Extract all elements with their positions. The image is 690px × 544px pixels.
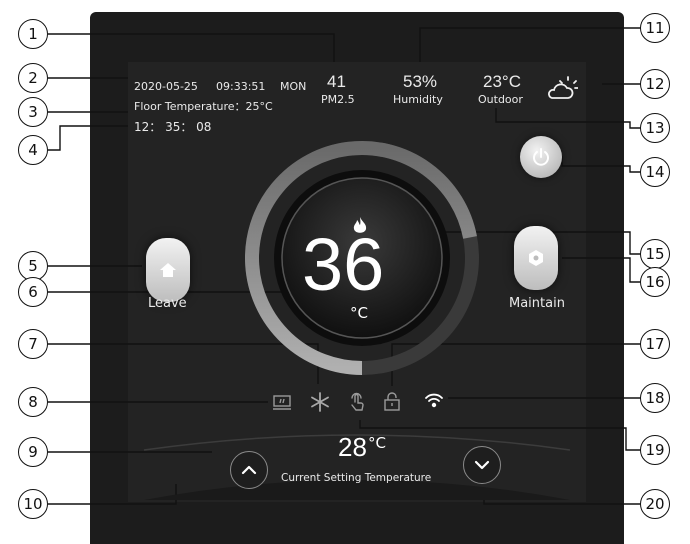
maintain-mode-button[interactable] <box>514 226 558 290</box>
outdoor-label: Outdoor <box>478 93 523 106</box>
outdoor-value: 23°C <box>483 72 521 91</box>
chevron-down-icon <box>474 460 490 470</box>
callout-20: 20 <box>640 489 670 519</box>
time-text: 09:33:51 <box>216 80 266 93</box>
floor-temperature-text: Floor Temperature：25°C <box>134 100 273 113</box>
setting-temperature: 28 <box>338 432 367 462</box>
leave-mode-button[interactable] <box>146 238 190 302</box>
chevron-up-icon <box>241 465 257 475</box>
current-temperature-unit: °C <box>350 304 368 322</box>
callout-18: 18 <box>640 383 670 413</box>
callout-16: 16 <box>640 267 670 297</box>
callout-4: 4 <box>18 135 48 165</box>
weekday-text: MON <box>280 80 307 93</box>
figure: 2020-05-25 09:33:51 MON Floor Temperatur… <box>0 0 690 544</box>
callout-15: 15 <box>640 239 670 269</box>
callout-11: 11 <box>640 13 670 43</box>
maintain-mode-label: Maintain <box>509 296 565 311</box>
callout-6: 6 <box>18 277 48 307</box>
callout-12: 12 <box>640 69 670 99</box>
date-text: 2020-05-25 <box>134 80 198 93</box>
callout-14: 14 <box>640 157 670 187</box>
clock-text: 12： 35： 08 <box>134 120 212 134</box>
power-button[interactable] <box>520 136 562 178</box>
current-temperature: 36 <box>302 223 385 306</box>
partly-cloudy-icon <box>548 76 578 99</box>
callout-2: 2 <box>18 63 48 93</box>
humidity-label: Humidity <box>393 93 443 106</box>
callout-17: 17 <box>640 329 670 359</box>
snowflake-icon <box>311 392 329 412</box>
hexagon-icon <box>529 250 543 266</box>
callout-3: 3 <box>18 97 48 127</box>
touch-icon <box>351 392 364 411</box>
humidity-value: 53% <box>403 72 438 91</box>
wifi-icon <box>425 393 443 408</box>
temperature-down-button[interactable] <box>463 446 501 484</box>
setting-temperature-label: Current Setting Temperature <box>281 472 432 484</box>
home-icon <box>160 263 176 277</box>
callout-9: 9 <box>18 437 48 467</box>
leave-mode-label: Leave <box>148 296 187 311</box>
window-icon <box>273 395 291 410</box>
callout-19: 19 <box>640 435 670 465</box>
pm25-label: PM2.5 <box>321 93 355 106</box>
callout-8: 8 <box>18 387 48 417</box>
callout-1: 1 <box>18 19 48 49</box>
power-icon <box>533 148 549 166</box>
callout-7: 7 <box>18 329 48 359</box>
lock-icon <box>384 392 400 411</box>
temperature-up-button[interactable] <box>230 451 268 489</box>
pm25-value: 41 <box>327 72 346 91</box>
callout-10: 10 <box>18 489 48 519</box>
callout-13: 13 <box>640 113 670 143</box>
setting-temperature-unit: °C <box>368 434 386 452</box>
